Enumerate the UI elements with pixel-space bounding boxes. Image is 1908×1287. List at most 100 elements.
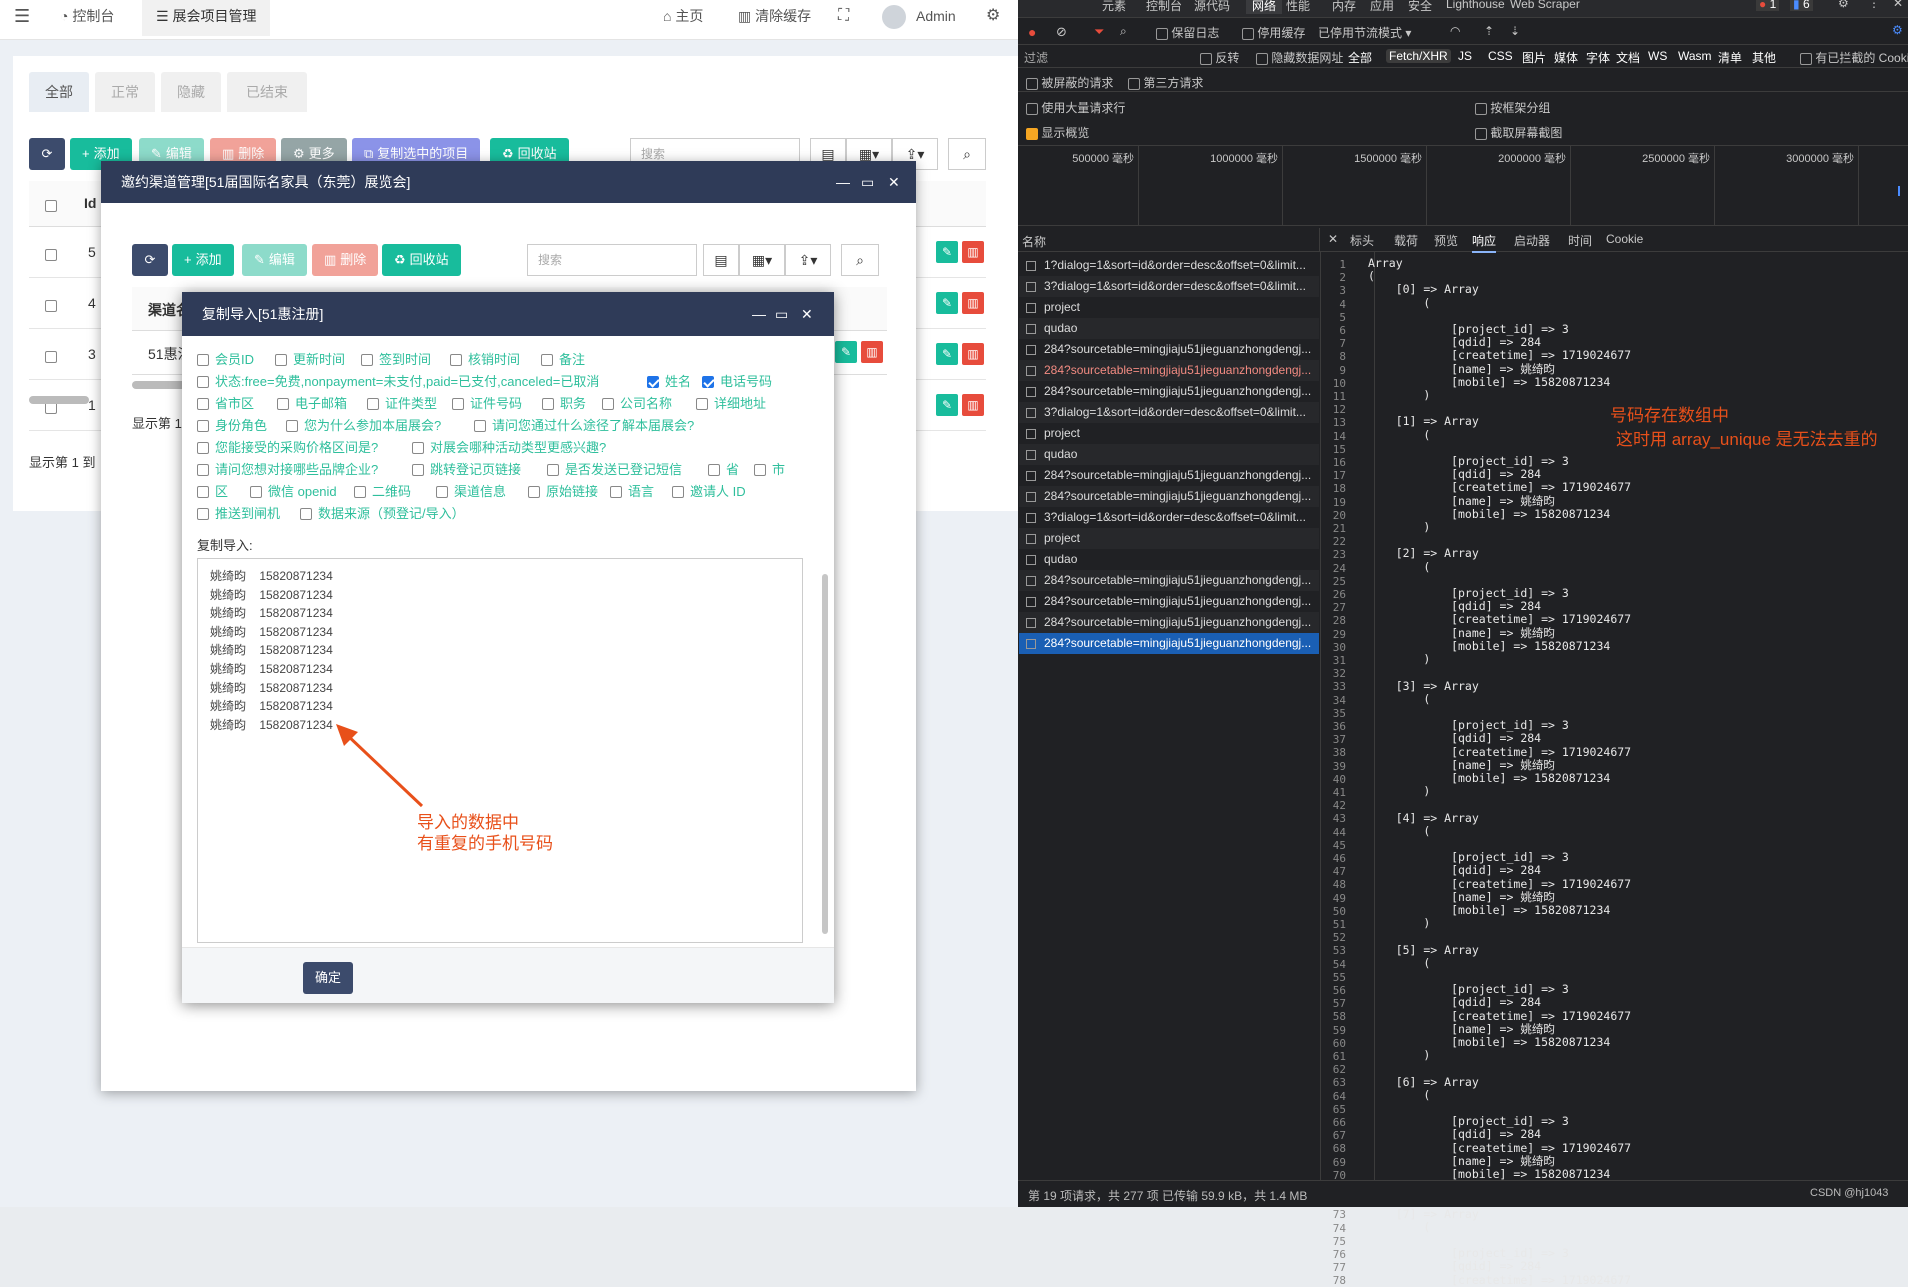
- import-textarea[interactable]: 姚绮昀 15820871234 姚绮昀 15820871234 姚绮昀 158208…: [197, 558, 803, 943]
- nav-clear-cache[interactable]: ▥ 清除缓存: [738, 0, 811, 36]
- field-checkbox[interactable]: [197, 485, 209, 498]
- timeline-overview[interactable]: 500000 毫秒 1000000 毫秒 1500000 毫秒 2000000 毫秒 2…: [1018, 146, 1908, 226]
- field-checkbox[interactable]: [197, 507, 209, 520]
- request-row[interactable]: qudao: [1019, 444, 1319, 465]
- field-checkbox[interactable]: [286, 419, 298, 432]
- detail-tab[interactable]: 启动器: [1514, 232, 1550, 249]
- field-checkbox[interactable]: [610, 485, 622, 498]
- field-checkbox[interactable]: [300, 507, 312, 520]
- field-option[interactable]: 您为什么参加本届展会?: [286, 418, 441, 434]
- request-checkbox[interactable]: [1026, 260, 1036, 271]
- request-checkbox[interactable]: [1026, 596, 1036, 607]
- field-checkbox[interactable]: [277, 397, 289, 410]
- request-checkbox[interactable]: [1026, 554, 1036, 565]
- large-rows-checkbox[interactable]: 使用大量请求行: [1026, 99, 1125, 116]
- field-checkbox[interactable]: [354, 485, 366, 498]
- field-checkbox[interactable]: [647, 375, 659, 388]
- field-option[interactable]: 您能接受的采购价格区间是?: [197, 440, 378, 456]
- request-checkbox[interactable]: [1026, 638, 1036, 649]
- invert-checkbox[interactable]: 反转: [1200, 49, 1239, 66]
- type-filter[interactable]: 清单: [1718, 49, 1742, 66]
- disable-cache[interactable]: 停用缓存: [1242, 24, 1305, 41]
- show-overview-checkbox[interactable]: 显示概览: [1026, 124, 1089, 141]
- blocked-requests-checkbox[interactable]: 被屏蔽的请求: [1026, 74, 1113, 91]
- field-option[interactable]: 省市区: [197, 396, 254, 412]
- field-checkbox[interactable]: [754, 463, 766, 476]
- request-row[interactable]: qudao: [1019, 549, 1319, 570]
- request-row[interactable]: 284?sourcetable=mingjiaju51jieguanzhongd…: [1019, 612, 1319, 633]
- detail-tab[interactable]: 预览: [1434, 232, 1458, 249]
- field-checkbox[interactable]: [367, 397, 379, 410]
- field-option[interactable]: 邀请人 ID: [672, 484, 746, 500]
- field-checkbox[interactable]: [197, 419, 209, 432]
- field-checkbox[interactable]: [197, 397, 209, 410]
- request-checkbox[interactable]: [1026, 281, 1036, 292]
- field-checkbox[interactable]: [708, 463, 720, 476]
- type-filter[interactable]: 全部: [1348, 49, 1372, 66]
- delete-row-button[interactable]: ▥: [861, 341, 883, 363]
- third-party-checkbox[interactable]: 第三方请求: [1128, 74, 1203, 91]
- nav-dashboard[interactable]: ◔ 控制台: [60, 0, 114, 36]
- confirm-button[interactable]: 确定: [303, 962, 354, 994]
- devtools-tab[interactable]: 安全: [1408, 0, 1432, 14]
- preserve-log[interactable]: 保留日志: [1156, 24, 1219, 41]
- field-checkbox[interactable]: [197, 375, 209, 388]
- field-option[interactable]: 渠道信息: [436, 484, 506, 500]
- field-checkbox[interactable]: [474, 419, 486, 432]
- settings-icon[interactable]: ⚙: [1838, 0, 1849, 10]
- type-filter[interactable]: 媒体: [1554, 49, 1578, 66]
- tab-ended[interactable]: 已结束: [227, 72, 307, 112]
- minimize-icon[interactable]: —: [836, 161, 850, 203]
- field-checkbox[interactable]: [541, 353, 553, 366]
- edit-row-button[interactable]: ✎: [936, 343, 958, 365]
- download-icon[interactable]: ⇣: [1510, 24, 1520, 38]
- field-option[interactable]: 推送到闸机: [197, 506, 280, 522]
- row-checkbox[interactable]: [45, 300, 57, 313]
- field-option[interactable]: 详细地址: [696, 396, 766, 412]
- type-filter[interactable]: 图片: [1522, 49, 1546, 66]
- delete-row-button[interactable]: ▥: [962, 292, 984, 314]
- request-row[interactable]: 1?dialog=1&sort=id&order=desc&offset=0&l…: [1019, 255, 1319, 276]
- request-row[interactable]: qudao: [1019, 318, 1319, 339]
- search-icon[interactable]: ⌕: [1120, 24, 1127, 39]
- request-row[interactable]: project: [1019, 423, 1319, 444]
- delete-row-button[interactable]: ▥: [962, 241, 984, 263]
- tab-hidden[interactable]: 隐藏: [161, 72, 221, 112]
- field-checkbox[interactable]: [412, 463, 424, 476]
- request-checkbox[interactable]: [1026, 470, 1036, 481]
- field-option[interactable]: 二维码: [354, 484, 411, 500]
- field-checkbox[interactable]: [450, 353, 462, 366]
- field-option[interactable]: 市: [754, 462, 785, 478]
- field-option[interactable]: 备注: [541, 352, 585, 368]
- field-option[interactable]: 证件类型: [367, 396, 437, 412]
- field-option[interactable]: 原始链接: [528, 484, 598, 500]
- request-checkbox[interactable]: [1026, 617, 1036, 628]
- request-row[interactable]: project: [1019, 528, 1319, 549]
- search-button[interactable]: ⌕: [948, 138, 986, 170]
- field-checkbox[interactable]: [542, 397, 554, 410]
- wifi-icon[interactable]: ◠: [1450, 24, 1460, 38]
- message-badge[interactable]: ▮ 6: [1790, 0, 1813, 11]
- field-checkbox[interactable]: [696, 397, 708, 410]
- upload-icon[interactable]: ⇡: [1484, 24, 1494, 38]
- capture-screenshots-checkbox[interactable]: 截取屏幕截图: [1475, 124, 1562, 141]
- field-option[interactable]: 签到时间: [361, 352, 431, 368]
- bars-icon[interactable]: ☰: [14, 0, 30, 36]
- columns-toggle[interactable]: ▤: [703, 244, 739, 276]
- field-option[interactable]: 核销时间: [450, 352, 520, 368]
- request-checkbox[interactable]: [1026, 533, 1036, 544]
- devtools-tab[interactable]: 源代码: [1194, 0, 1230, 14]
- field-checkbox[interactable]: [412, 441, 424, 454]
- field-option[interactable]: 是否发送已登记短信: [547, 462, 682, 478]
- field-checkbox[interactable]: [672, 485, 684, 498]
- more-icon[interactable]: ⋮: [1868, 0, 1880, 10]
- recycle-button[interactable]: ♻ 回收站: [382, 244, 461, 276]
- field-option[interactable]: 省: [708, 462, 739, 478]
- close-icon[interactable]: ✕: [1328, 232, 1338, 246]
- request-checkbox[interactable]: [1026, 512, 1036, 523]
- field-option[interactable]: 姓名: [647, 374, 691, 390]
- scrollbar[interactable]: [29, 396, 89, 404]
- detail-tab[interactable]: 载荷: [1394, 232, 1418, 249]
- delete-row-button[interactable]: ▥: [962, 394, 984, 416]
- field-checkbox[interactable]: [361, 353, 373, 366]
